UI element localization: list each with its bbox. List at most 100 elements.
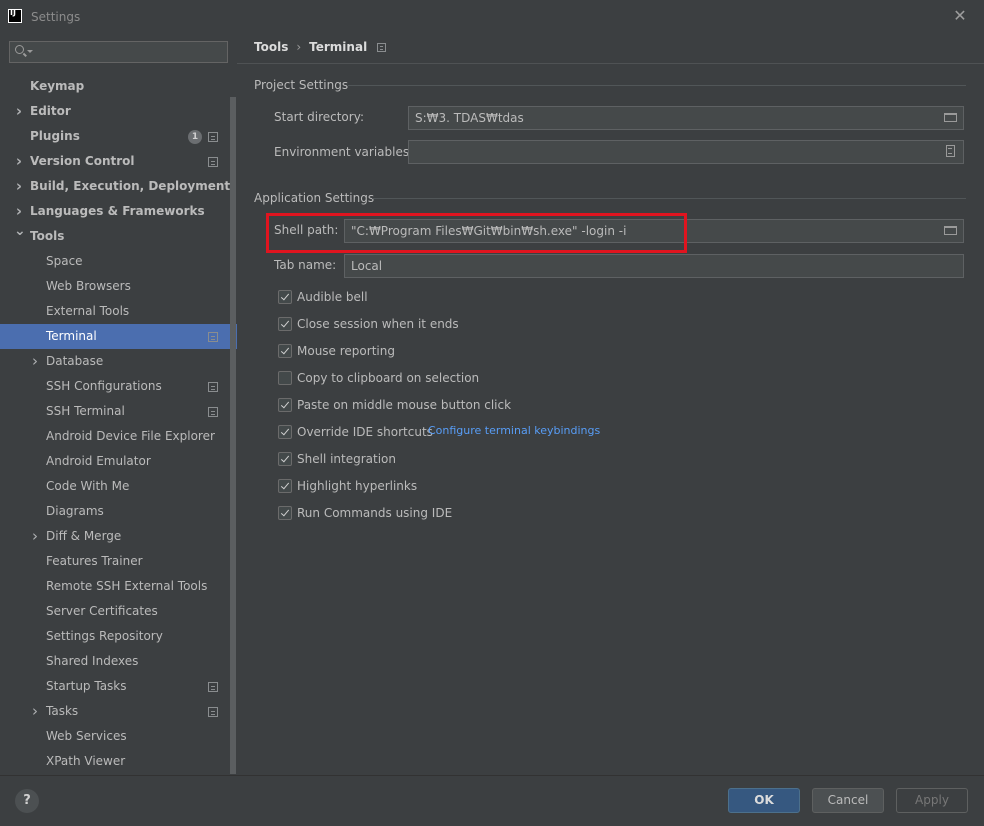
option-label[interactable]: Close session when it ends <box>297 316 459 332</box>
sidebar-item[interactable]: › Diff & Merge <box>0 524 237 549</box>
option-label[interactable]: Override IDE shortcuts <box>297 424 433 440</box>
sidebar-item[interactable]: Web Browsers <box>0 274 237 299</box>
option-label[interactable]: Paste on middle mouse button click <box>297 397 511 413</box>
chevron-right-icon[interactable]: › <box>14 174 24 199</box>
section-divider <box>348 85 966 86</box>
start-directory-field[interactable]: S:₩3. TDAS₩tdas <box>408 106 964 130</box>
option-label[interactable]: Mouse reporting <box>297 343 395 359</box>
close-icon[interactable]: ✕ <box>950 6 970 26</box>
header-divider <box>237 63 984 64</box>
project-scope-icon <box>208 332 218 342</box>
chevron-right-icon[interactable]: › <box>30 699 40 724</box>
sidebar-item-label: Keymap <box>30 79 85 93</box>
sidebar-item[interactable]: XPath Viewer <box>0 749 237 774</box>
chevron-right-icon[interactable]: › <box>14 99 24 124</box>
option-checkbox[interactable] <box>278 371 292 385</box>
sidebar-item[interactable]: Shared Indexes <box>0 649 237 674</box>
start-directory-value: S:₩3. TDAS₩tdas <box>415 111 524 125</box>
sidebar-item-label: Build, Execution, Deployment <box>30 179 231 193</box>
sidebar-item[interactable]: › Build, Execution, Deployment <box>0 174 237 199</box>
settings-sidebar: Keymap › Editor Plugins 1 › Version Control › Bu… <box>0 34 237 775</box>
sidebar-item[interactable]: Android Device File Explorer <box>0 424 237 449</box>
environment-variables-field[interactable] <box>408 140 964 164</box>
sidebar-item[interactable]: Keymap <box>0 74 237 99</box>
sidebar-item[interactable]: Android Emulator <box>0 449 237 474</box>
sidebar-item-label: Diff & Merge <box>46 529 122 543</box>
option-checkbox[interactable] <box>278 425 292 439</box>
option-label[interactable]: Highlight hyperlinks <box>297 478 417 494</box>
sidebar-item[interactable]: › Version Control <box>0 149 237 174</box>
sidebar-item[interactable]: Remote SSH External Tools <box>0 574 237 599</box>
option-label[interactable]: Copy to clipboard on selection <box>297 370 479 386</box>
title-bar: Settings ✕ <box>0 0 984 34</box>
option-label[interactable]: Shell integration <box>297 451 396 467</box>
option-checkbox[interactable] <box>278 398 292 412</box>
option-checkbox[interactable] <box>278 344 292 358</box>
chevron-right-icon[interactable]: › <box>14 149 24 174</box>
sidebar-item-label: Terminal <box>46 329 97 343</box>
option-checkbox[interactable] <box>278 479 292 493</box>
sidebar-item[interactable]: › Languages & Frameworks <box>0 199 237 224</box>
update-count-badge: 1 <box>188 130 202 144</box>
search-icon <box>15 45 24 54</box>
tab-name-field[interactable]: Local <box>344 254 964 278</box>
edit-variables-icon[interactable] <box>946 145 955 157</box>
sidebar-item-label: SSH Terminal <box>46 404 125 418</box>
sidebar-item[interactable]: Diagrams <box>0 499 237 524</box>
configure-keybindings-link[interactable]: Configure terminal keybindings <box>428 424 600 437</box>
browse-folder-icon[interactable] <box>944 226 957 235</box>
sidebar-item[interactable]: External Tools <box>0 299 237 324</box>
sidebar-item[interactable]: SSH Terminal <box>0 399 237 424</box>
option-checkbox[interactable] <box>278 317 292 331</box>
project-scope-icon <box>208 157 218 167</box>
sidebar-item[interactable]: Plugins 1 <box>0 124 237 149</box>
sidebar-item[interactable]: SSH Configurations <box>0 374 237 399</box>
chevron-down-icon[interactable]: ⌄ <box>14 219 26 244</box>
sidebar-scrollbar[interactable] <box>230 97 236 774</box>
sidebar-item-label: Tasks <box>46 704 79 718</box>
search-input[interactable] <box>9 41 228 63</box>
sidebar-item[interactable]: Code With Me <box>0 474 237 499</box>
start-directory-label: Start directory: <box>274 110 364 124</box>
sidebar-item[interactable]: › Tasks <box>0 699 237 724</box>
cancel-button[interactable]: Cancel <box>812 788 884 813</box>
breadcrumb-parent[interactable]: Tools <box>254 40 288 54</box>
option-checkbox[interactable] <box>278 506 292 520</box>
sidebar-item[interactable]: › Editor <box>0 99 237 124</box>
option-label[interactable]: Run Commands using IDE <box>297 505 452 521</box>
environment-variables-label: Environment variables: <box>274 145 414 159</box>
intellij-logo-icon <box>8 8 22 23</box>
search-history-dropdown-icon[interactable] <box>27 50 33 53</box>
help-button[interactable]: ? <box>15 789 39 813</box>
sidebar-item-label: Plugins <box>30 129 80 143</box>
option-checkbox[interactable] <box>278 290 292 304</box>
sidebar-item[interactable]: Space <box>0 249 237 274</box>
section-divider <box>372 198 966 199</box>
sidebar-item[interactable]: Features Trainer <box>0 549 237 574</box>
sidebar-item-label: Settings Repository <box>46 629 163 643</box>
sidebar-item[interactable]: › Database <box>0 349 237 374</box>
sidebar-item[interactable]: Web Services <box>0 724 237 749</box>
chevron-right-icon[interactable]: › <box>30 349 40 374</box>
sidebar-item[interactable]: Server Certificates <box>0 599 237 624</box>
sidebar-item-label: Server Certificates <box>46 604 158 618</box>
sidebar-item-label: Features Trainer <box>46 554 143 568</box>
chevron-right-icon[interactable]: › <box>30 524 40 549</box>
apply-button[interactable]: Apply <box>896 788 968 813</box>
option-label[interactable]: Audible bell <box>297 289 368 305</box>
sidebar-item-label: Remote SSH External Tools <box>46 579 208 593</box>
ok-button[interactable]: OK <box>728 788 800 813</box>
window-title: Settings <box>31 10 81 24</box>
sidebar-item[interactable]: Terminal <box>0 324 237 349</box>
project-scope-icon <box>208 382 218 392</box>
sidebar-item[interactable]: Settings Repository <box>0 624 237 649</box>
sidebar-item[interactable]: Startup Tasks <box>0 674 237 699</box>
sidebar-item-label: Android Device File Explorer <box>46 429 215 443</box>
tab-name-value: Local <box>351 259 383 273</box>
sidebar-item-label: Web Browsers <box>46 279 131 293</box>
option-checkbox[interactable] <box>278 452 292 466</box>
sidebar-item[interactable]: ⌄ Tools <box>0 223 237 249</box>
sidebar-item-label: Version Control <box>30 154 135 168</box>
browse-folder-icon[interactable] <box>944 113 957 122</box>
sidebar-item-label: Editor <box>30 104 71 118</box>
